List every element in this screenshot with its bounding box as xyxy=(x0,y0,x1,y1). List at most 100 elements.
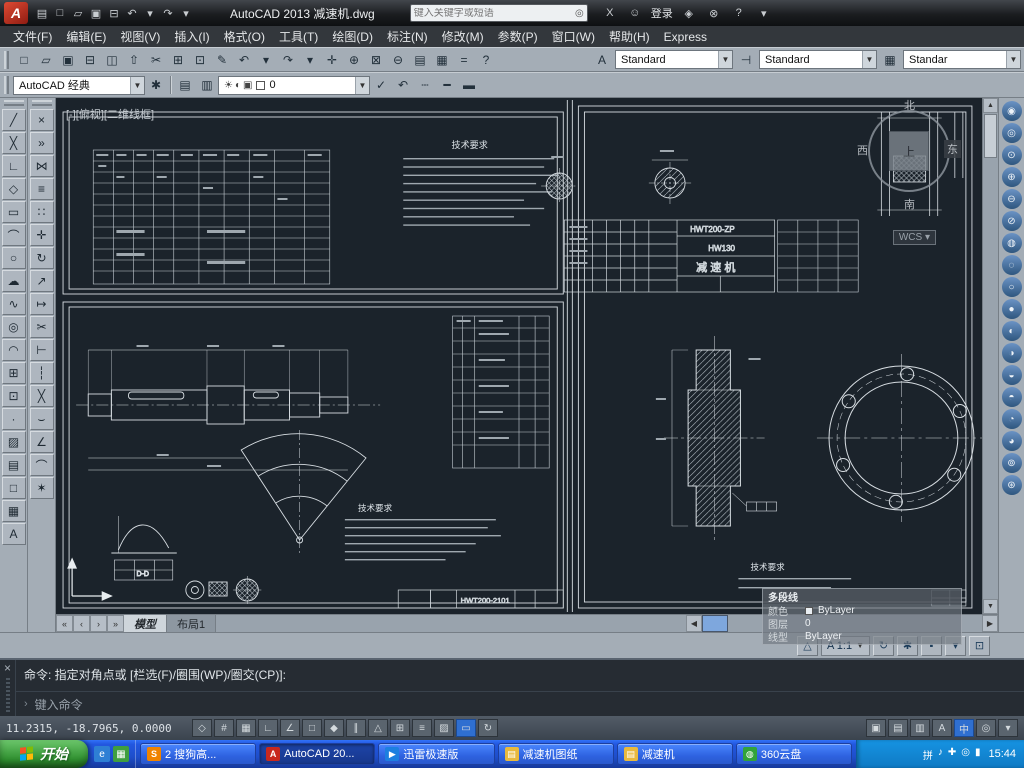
dynamic-ucs-icon[interactable]: △ xyxy=(368,719,388,737)
user-icon[interactable]: ☺ xyxy=(626,3,644,23)
plot-preview-icon[interactable]: ◫ xyxy=(101,49,123,70)
break-icon[interactable]: ╳ xyxy=(30,385,54,407)
viewcube-south[interactable]: 南 xyxy=(904,196,915,212)
exchange-apps-icon[interactable]: ⊗ xyxy=(705,3,723,23)
snap-mode-icon[interactable]: # xyxy=(214,719,234,737)
toolbar-grip[interactable] xyxy=(32,100,52,106)
make-object-layer-current-icon[interactable]: ✓ xyxy=(370,75,392,96)
tab-last-icon[interactable]: » xyxy=(107,615,124,632)
round-tool-icon-14[interactable]: ◓ xyxy=(1002,387,1022,407)
object-snap-icon[interactable]: □ xyxy=(302,719,322,737)
start-button[interactable]: 开始 xyxy=(0,740,88,768)
viewcube-north[interactable]: 北 xyxy=(904,98,915,113)
array-icon[interactable]: ∷ xyxy=(30,201,54,223)
taskbar-window-button[interactable]: S 2 搜狗高... xyxy=(140,743,256,765)
isolate-objects-icon[interactable]: ◎ xyxy=(976,719,996,737)
communication-center-icon[interactable]: ◈ xyxy=(680,3,698,23)
match-properties-icon[interactable]: ✎ xyxy=(211,49,233,70)
menu-item[interactable]: 插入(I) xyxy=(167,26,216,47)
menu-item[interactable]: 视图(V) xyxy=(113,26,167,47)
quick-view-drawings-icon[interactable]: ▥ xyxy=(910,719,930,737)
round-tool-icon-15[interactable]: ◔ xyxy=(1002,409,1022,429)
workspace-combo[interactable]: AutoCAD 经典 ▼ xyxy=(13,76,145,95)
menu-item[interactable]: Express xyxy=(657,28,714,46)
menu-item[interactable]: 参数(P) xyxy=(491,26,545,47)
autodesk-360-icon[interactable]: X xyxy=(601,3,619,23)
hatch-icon[interactable]: ▨ xyxy=(2,431,26,453)
ellipse-arc-icon[interactable]: ◠ xyxy=(2,339,26,361)
command-close-icon[interactable]: × xyxy=(4,662,11,675)
property-value[interactable]: 0 xyxy=(805,618,811,629)
menu-item[interactable]: 编辑(E) xyxy=(59,26,113,47)
spline-icon[interactable]: ∿ xyxy=(2,293,26,315)
round-tool-icon-5[interactable]: ⊖ xyxy=(1002,189,1022,209)
tab-first-icon[interactable]: « xyxy=(56,615,73,632)
table-style-icon[interactable]: ▦ xyxy=(879,49,901,70)
scroll-up-icon[interactable]: ▲ xyxy=(983,98,998,113)
property-value[interactable]: ByLayer xyxy=(805,631,842,642)
grid-display-icon[interactable]: ▦ xyxy=(236,719,256,737)
publish-icon[interactable]: ⇧ xyxy=(123,49,145,70)
scroll-right-icon[interactable]: ▶ xyxy=(982,615,998,632)
zoom-previous-icon[interactable]: ⊖ xyxy=(387,49,409,70)
mirror-icon[interactable]: ⋈ xyxy=(30,155,54,177)
circle-icon[interactable]: ○ xyxy=(2,247,26,269)
viewport-controls-label[interactable]: [-][俯视][二维线框] xyxy=(66,106,154,122)
explode-icon[interactable]: ✶ xyxy=(30,477,54,499)
ime-toggle-icon[interactable]: 中 xyxy=(954,719,974,737)
stretch-icon[interactable]: ↦ xyxy=(30,293,54,315)
ime-tray-icon[interactable]: 拼 xyxy=(923,747,933,762)
menu-item[interactable]: 格式(O) xyxy=(217,26,272,47)
undo-icon[interactable]: ↶ xyxy=(123,3,141,23)
menu-item[interactable]: 工具(T) xyxy=(272,26,325,47)
undo-dropdown-icon[interactable]: ▾ xyxy=(255,49,277,70)
tab-next-icon[interactable]: › xyxy=(90,615,107,632)
plot-icon[interactable]: ⊟ xyxy=(105,3,123,23)
chamfer-icon[interactable]: ∠ xyxy=(30,431,54,453)
round-tool-icon-2[interactable]: ◎ xyxy=(1002,123,1022,143)
workspace-settings-icon[interactable]: ✱ xyxy=(145,75,167,96)
volume-icon[interactable]: ♪ xyxy=(938,747,943,762)
construction-line-icon[interactable]: ╳ xyxy=(2,132,26,154)
menu-item[interactable]: 绘图(D) xyxy=(325,26,380,47)
undo-dropdown-icon[interactable]: ▾ xyxy=(141,3,159,23)
round-tool-icon-10[interactable]: ● xyxy=(1002,299,1022,319)
round-tool-icon-1[interactable]: ◉ xyxy=(1002,101,1022,121)
open-icon[interactable]: ▱ xyxy=(35,49,57,70)
join-icon[interactable]: ⌣ xyxy=(30,408,54,430)
clock[interactable]: 15:44 xyxy=(988,748,1016,760)
combo-arrow-icon[interactable]: ▼ xyxy=(130,77,144,94)
transparency-toggle-icon[interactable]: ▨ xyxy=(434,719,454,737)
property-row[interactable]: 线型 ByLayer xyxy=(763,630,961,643)
point-icon[interactable]: · xyxy=(2,408,26,430)
search-input[interactable] xyxy=(414,8,575,19)
coordinates-readout[interactable]: 11.2315, -18.7965, 0.0000 xyxy=(6,722,190,735)
style-combo[interactable]: Standard ▼ xyxy=(615,50,733,69)
style-combo[interactable]: Standard ▼ xyxy=(759,50,877,69)
rotate-icon[interactable]: ↻ xyxy=(30,247,54,269)
lineweight-icon[interactable]: ━ xyxy=(436,75,458,96)
polyline-icon[interactable]: ∟ xyxy=(2,155,26,177)
model-space-canvas[interactable]: 技术要求 xyxy=(56,98,982,614)
linetype-icon[interactable]: ┄ xyxy=(414,75,436,96)
properties-icon[interactable]: ▤ xyxy=(409,49,431,70)
antivirus-icon[interactable]: ✚ xyxy=(948,747,956,762)
quick-properties-panel[interactable]: 多段线 颜色 ByLayer 图层 0 线型 ByLayer xyxy=(762,588,962,645)
round-tool-icon-16[interactable]: ◕ xyxy=(1002,431,1022,451)
ie-icon[interactable]: e xyxy=(94,746,110,762)
save-icon[interactable]: ▣ xyxy=(87,3,105,23)
copy-icon[interactable]: ⊞ xyxy=(167,49,189,70)
zoom-realtime-icon[interactable]: ⊕ xyxy=(343,49,365,70)
layer-previous-icon[interactable]: ↶ xyxy=(392,75,414,96)
gradient-icon[interactable]: ▤ xyxy=(2,454,26,476)
vertical-scroll-track[interactable] xyxy=(983,159,998,599)
toolbar-grip[interactable] xyxy=(4,100,24,106)
app-menu-icon[interactable]: ▤ xyxy=(33,3,51,23)
fillet-icon[interactable]: ⌒ xyxy=(30,454,54,476)
quick-properties-icon[interactable]: ▭ xyxy=(456,719,476,737)
layout-tab[interactable]: 布局1 xyxy=(167,615,216,632)
login-link[interactable]: 登录 xyxy=(651,5,673,21)
taskbar-window-button[interactable]: A AutoCAD 20... xyxy=(259,743,375,765)
menu-item[interactable]: 标注(N) xyxy=(380,26,435,47)
viewcube-west[interactable]: 西 xyxy=(857,142,868,158)
